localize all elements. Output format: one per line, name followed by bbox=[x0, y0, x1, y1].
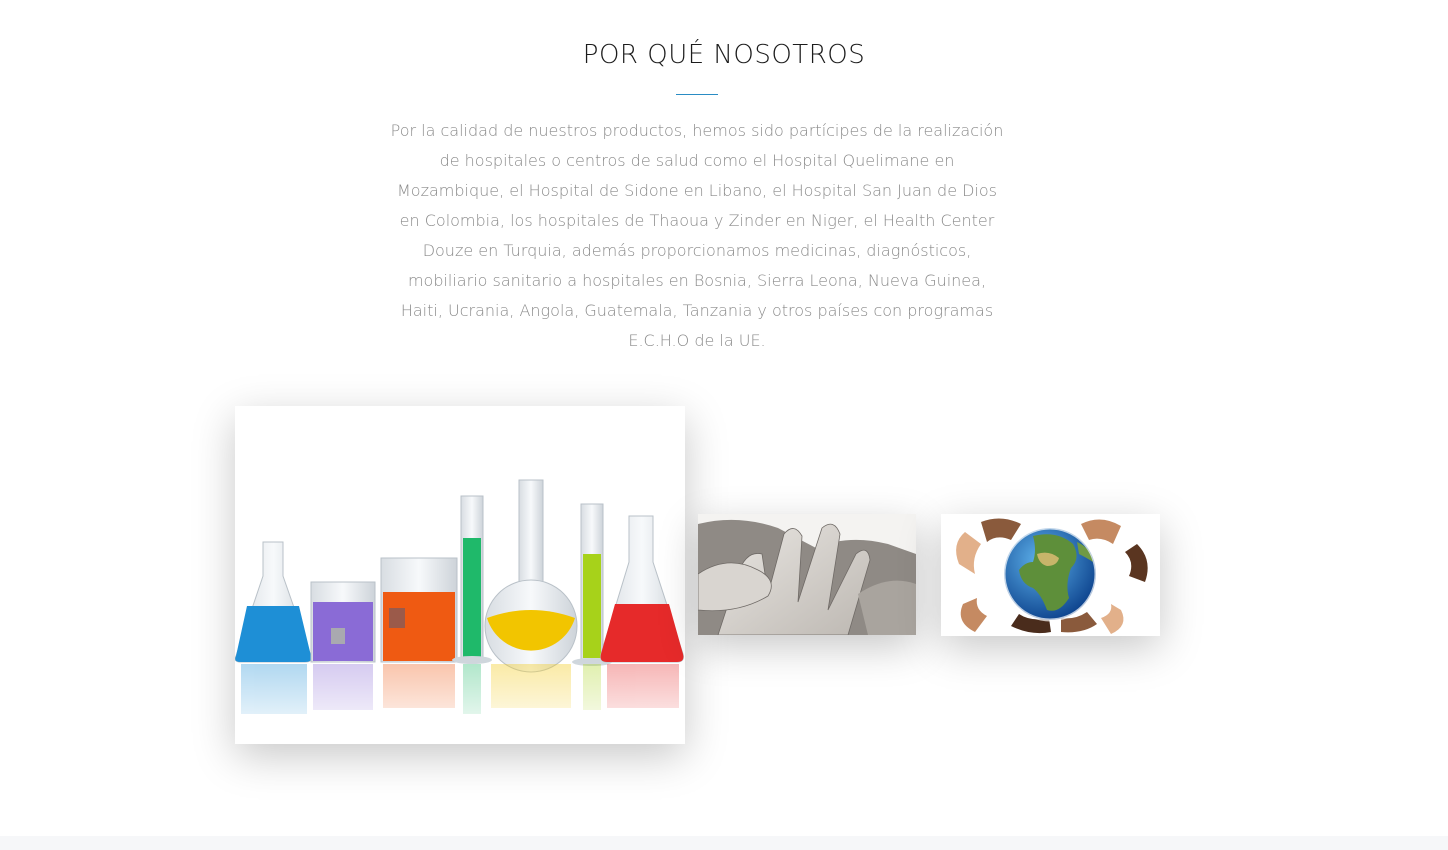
title-divider bbox=[676, 94, 718, 95]
hands-around-globe-photo bbox=[941, 514, 1160, 636]
why-us-section: POR QUÉ NOSOTROS Por la calidad de nuest… bbox=[0, 0, 1448, 836]
section-description: Por la calidad de nuestros productos, he… bbox=[390, 121, 1004, 350]
laboratory-glassware-photo bbox=[235, 406, 685, 744]
footer-strip bbox=[0, 836, 1448, 850]
section-title: POR QUÉ NOSOTROS bbox=[582, 40, 866, 70]
hands-photo bbox=[698, 514, 916, 635]
